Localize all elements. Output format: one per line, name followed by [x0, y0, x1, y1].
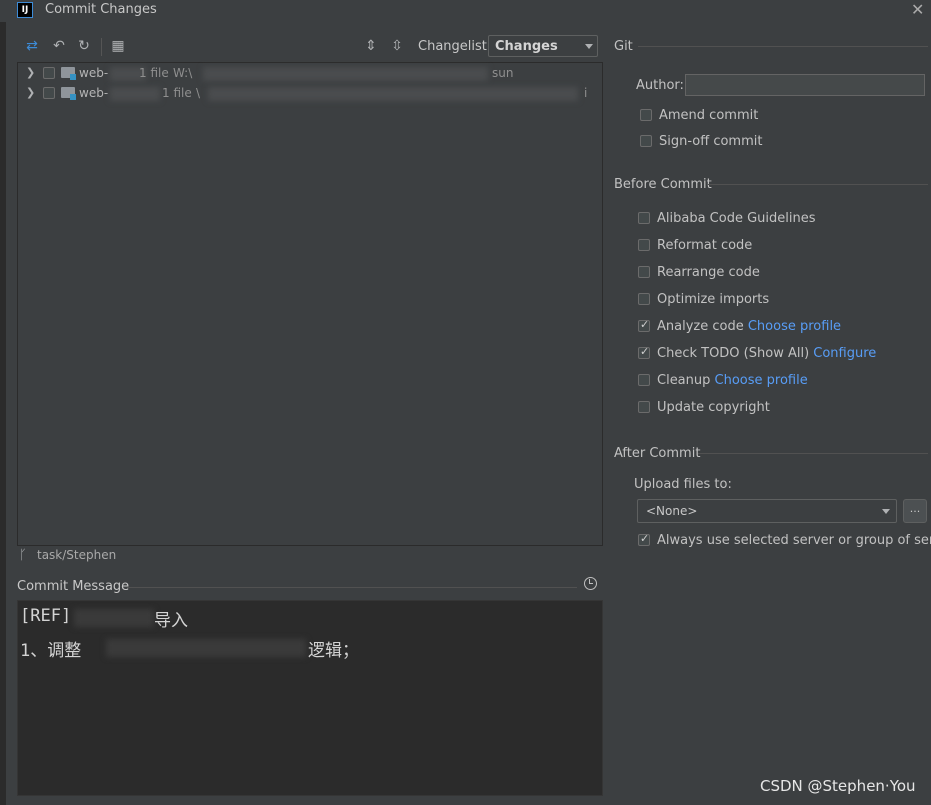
path-suffix: i	[584, 86, 588, 100]
cleanup-choose-profile-link[interactable]: Choose profile	[715, 373, 808, 388]
file-count: 1 file	[162, 86, 192, 100]
cleanup-row: Cleanup Choose profile	[657, 373, 808, 388]
tree-row[interactable]: ❯ web- 1 file W:\ sun	[18, 65, 602, 83]
history-icon[interactable]	[584, 577, 597, 590]
commit-message-editor[interactable]: [REF] 导入 1、调整 逻辑；	[17, 600, 603, 796]
alibaba-label[interactable]: Alibaba Code Guidelines	[657, 211, 816, 226]
amend-commit-checkbox[interactable]	[640, 109, 652, 121]
changes-tree[interactable]: ❯ web- 1 file W:\ sun ❯ web- 1 file \ i	[17, 62, 603, 546]
expand-all-icon[interactable]: ⇕	[363, 38, 379, 54]
upload-server-dropdown[interactable]: <None>	[637, 499, 897, 523]
module-name: web-	[79, 86, 109, 100]
optimize-imports-label[interactable]: Optimize imports	[657, 292, 769, 307]
row-checkbox[interactable]	[43, 67, 55, 79]
show-diff-icon[interactable]: ⇄	[24, 38, 40, 54]
analyze-code-checkbox[interactable]	[638, 318, 650, 332]
row-checkbox[interactable]	[43, 87, 55, 99]
intellij-logo-icon: IJ	[17, 2, 33, 18]
path-suffix: sun	[492, 66, 514, 80]
before-commit-title: Before Commit	[614, 177, 712, 192]
background-editor-strip	[0, 0, 6, 805]
alibaba-checkbox[interactable]	[638, 212, 650, 224]
always-use-server-label[interactable]: Always use selected server or group of s…	[657, 533, 931, 548]
rearrange-label[interactable]: Rearrange code	[657, 265, 760, 280]
redacted-block	[203, 67, 488, 81]
optimize-imports-checkbox[interactable]	[638, 293, 650, 305]
undo-icon[interactable]: ↶	[51, 38, 67, 54]
chevron-down-icon	[585, 44, 593, 49]
configure-link[interactable]: Configure	[813, 346, 876, 361]
divider	[638, 46, 928, 47]
sign-off-checkbox[interactable]	[640, 135, 652, 147]
cleanup-label[interactable]: Cleanup	[657, 373, 710, 388]
redacted-block	[106, 639, 306, 657]
check-todo-checkbox[interactable]	[638, 345, 650, 359]
analyze-code-row: Analyze code Choose profile	[657, 319, 841, 334]
reformat-label[interactable]: Reformat code	[657, 238, 752, 253]
message-line-2-prefix: 1、调整	[20, 641, 82, 661]
branch-name: task/Stephen	[37, 548, 117, 562]
collapse-all-icon[interactable]: ⇳	[389, 38, 405, 54]
module-path: W:\	[173, 66, 193, 80]
reformat-checkbox[interactable]	[638, 239, 650, 251]
author-label: Author:	[636, 78, 684, 93]
message-line-1-suffix: 导入	[154, 611, 188, 631]
module-folder-icon	[61, 67, 76, 80]
divider	[708, 184, 928, 185]
chevron-down-icon	[882, 509, 890, 514]
module-name: web-	[79, 66, 109, 80]
browse-servers-button[interactable]: ...	[903, 499, 927, 523]
toolbar-separator	[101, 38, 102, 56]
file-count: 1 file	[139, 66, 169, 80]
divider	[698, 453, 928, 454]
divider	[127, 587, 577, 588]
upload-files-label: Upload files to:	[634, 477, 732, 492]
branch-icon: ᚴ	[19, 548, 27, 563]
author-input[interactable]	[685, 74, 925, 96]
always-use-server-checkbox[interactable]	[638, 532, 650, 546]
changelist-dropdown[interactable]: Changes	[488, 35, 598, 57]
after-commit-title: After Commit	[614, 446, 701, 461]
update-copyright-label[interactable]: Update copyright	[657, 400, 770, 415]
refresh-icon[interactable]: ↻	[76, 38, 92, 54]
redacted-block	[208, 87, 578, 101]
redacted-block	[74, 609, 154, 627]
message-line-1-prefix: [REF]	[20, 606, 72, 626]
git-section-title: Git	[614, 39, 633, 54]
commit-message-label: Commit Message	[17, 579, 130, 594]
module-folder-icon	[61, 87, 76, 100]
update-copyright-checkbox[interactable]	[638, 401, 650, 413]
changelist-label: Changelist:	[418, 39, 492, 54]
chevron-right-icon[interactable]: ❯	[26, 66, 35, 79]
chevron-right-icon[interactable]: ❯	[26, 86, 35, 99]
analyze-code-label[interactable]: Analyze code	[657, 319, 744, 334]
cleanup-checkbox[interactable]	[638, 374, 650, 386]
analyze-choose-profile-link[interactable]: Choose profile	[748, 319, 841, 334]
close-icon[interactable]: ✕	[911, 0, 924, 19]
rearrange-checkbox[interactable]	[638, 266, 650, 278]
group-by-icon[interactable]: ▦	[110, 38, 126, 54]
changelist-value: Changes	[495, 39, 558, 54]
sign-off-label[interactable]: Sign-off commit	[659, 134, 762, 149]
amend-commit-label[interactable]: Amend commit	[659, 108, 758, 123]
watermark: CSDN @Stephen·You	[760, 777, 916, 795]
message-line-2-suffix: 逻辑；	[308, 641, 359, 661]
upload-server-value: <None>	[646, 504, 698, 518]
window-title: Commit Changes	[45, 2, 157, 17]
redacted-block	[110, 87, 160, 101]
check-todo-row: Check TODO (Show All) Configure	[657, 346, 876, 361]
tree-row[interactable]: ❯ web- 1 file \ i	[18, 85, 602, 103]
check-todo-label[interactable]: Check TODO (Show All)	[657, 346, 809, 361]
module-path: \	[196, 86, 201, 100]
